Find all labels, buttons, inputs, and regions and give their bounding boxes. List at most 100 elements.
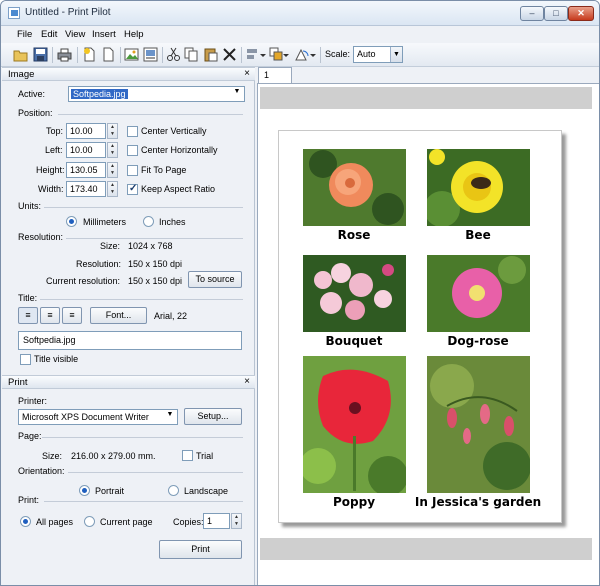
photo-rose[interactable]: [303, 149, 406, 226]
align-center-icon: ≡: [47, 310, 53, 320]
caption-bee: Bee: [465, 228, 491, 242]
active-value: Softpedia.jpg: [71, 89, 128, 99]
page-size-value: 216.00 x 279.00 mm.: [71, 451, 156, 461]
save-icon[interactable]: [33, 47, 48, 62]
height-input[interactable]: 130.05: [66, 162, 106, 178]
current-page-label: Current page: [100, 517, 153, 527]
caption-rose: Rose: [337, 228, 371, 242]
image-panel-header: Image ×: [2, 67, 255, 81]
chevron-down-icon[interactable]: ▼: [231, 88, 243, 95]
copies-input[interactable]: 1: [203, 513, 230, 529]
minimize-button[interactable]: –: [520, 6, 544, 21]
top-input[interactable]: 10.00: [66, 123, 106, 139]
image-frame-icon[interactable]: [143, 47, 158, 62]
left-spinner[interactable]: ▲ ▼: [107, 142, 118, 158]
caption-bouquet: Bouquet: [325, 334, 383, 348]
print-icon[interactable]: [57, 47, 72, 62]
printer-select[interactable]: Microsoft XPS Document Writer ▼: [18, 409, 178, 425]
landscape-radio[interactable]: [168, 485, 179, 496]
width-spinner[interactable]: ▲ ▼: [107, 181, 118, 197]
active-label: Active:: [18, 89, 46, 99]
chevron-down-icon[interactable]: ▼: [164, 411, 176, 418]
center-horizontally-checkbox[interactable]: [127, 145, 138, 156]
align-center-button[interactable]: ≡: [40, 307, 60, 324]
menu-file[interactable]: File: [17, 29, 32, 40]
open-icon[interactable]: [13, 47, 28, 62]
fit-to-page-checkbox[interactable]: [127, 165, 138, 176]
image-panel-title: Image: [8, 69, 35, 80]
current-resolution-label: Current resolution:: [46, 276, 121, 286]
to-source-button[interactable]: To source: [188, 271, 242, 288]
inches-radio[interactable]: [143, 216, 154, 227]
left-input[interactable]: 10.00: [66, 142, 106, 158]
image-icon[interactable]: [124, 47, 139, 62]
orientation-group-label: Orientation:: [18, 466, 65, 476]
height-label: Height:: [36, 165, 65, 175]
align-icon[interactable]: [246, 47, 266, 62]
tab-page-1[interactable]: 1: [258, 67, 292, 84]
title-visible-label: Title visible: [34, 354, 79, 364]
rotate-icon[interactable]: [294, 47, 316, 62]
close-icon[interactable]: ×: [244, 376, 250, 387]
photo-bouquet[interactable]: [303, 255, 406, 332]
keep-aspect-checkbox[interactable]: [127, 183, 138, 195]
photo-poppy[interactable]: [303, 356, 406, 493]
print-button[interactable]: Print: [159, 540, 242, 559]
tab-strip: 1: [256, 67, 599, 84]
landscape-label: Landscape: [184, 486, 229, 496]
cut-icon[interactable]: [166, 47, 181, 62]
menu-help[interactable]: Help: [124, 29, 144, 40]
font-button[interactable]: Font...: [90, 307, 147, 324]
page-separator: [260, 538, 592, 560]
scale-select[interactable]: Auto ▼: [353, 46, 403, 63]
print-panel-title: Print: [8, 377, 28, 388]
width-input[interactable]: 173.40: [66, 181, 106, 197]
units-group-label: Units:: [18, 201, 42, 211]
close-window-button[interactable]: ✕: [568, 6, 594, 21]
align-right-button[interactable]: ≡: [62, 307, 82, 324]
active-select[interactable]: Softpedia.jpg ▼: [68, 86, 245, 102]
caption-dog-rose: Dog-rose: [447, 334, 509, 348]
title-text-field[interactable]: Softpedia.jpg: [18, 331, 242, 350]
height-spinner[interactable]: ▲ ▼: [107, 162, 118, 178]
arrange-icon[interactable]: [269, 47, 289, 62]
delete-icon[interactable]: [222, 47, 237, 62]
maximize-button[interactable]: □: [544, 6, 568, 21]
top-spinner[interactable]: ▲ ▼: [107, 123, 118, 139]
photo-bee[interactable]: [427, 149, 530, 226]
millimeters-radio[interactable]: [66, 216, 77, 227]
align-left-button[interactable]: ≡: [18, 307, 38, 324]
trial-label: Trial: [196, 451, 214, 461]
current-page-radio[interactable]: [84, 516, 95, 527]
keep-aspect-label: Keep Aspect Ratio: [141, 184, 216, 194]
chevron-down-icon[interactable]: ▼: [390, 47, 402, 62]
menu-edit[interactable]: Edit: [41, 29, 57, 40]
caption-poppy: Poppy: [332, 495, 376, 509]
photo-jessicas-garden[interactable]: [427, 356, 530, 493]
trial-checkbox[interactable]: [182, 450, 193, 461]
center-vertically-checkbox[interactable]: [127, 126, 138, 137]
title-bar: Untitled - Print Pilot – □ ✕: [1, 1, 599, 26]
portrait-radio[interactable]: [79, 485, 90, 496]
font-value: Arial, 22: [154, 311, 188, 321]
copy-icon[interactable]: [184, 47, 199, 62]
caption-jessicas-garden: In Jessica's garden: [414, 495, 542, 509]
align-right-icon: ≡: [69, 310, 75, 320]
title-visible-checkbox[interactable]: [20, 354, 31, 365]
copies-spinner[interactable]: ▲ ▼: [231, 513, 242, 529]
menu-view[interactable]: View: [65, 29, 85, 40]
photo-dog-rose[interactable]: [427, 255, 530, 332]
maximize-icon: □: [553, 8, 559, 18]
center-horizontally-label: Center Horizontally: [141, 145, 218, 155]
all-pages-label: All pages: [36, 517, 74, 527]
menu-insert[interactable]: Insert: [92, 29, 116, 40]
page-group-label: Page:: [18, 431, 42, 441]
align-left-icon: ≡: [25, 310, 31, 320]
new-page-icon[interactable]: [82, 47, 97, 62]
close-icon[interactable]: ×: [244, 68, 250, 79]
paste-icon[interactable]: [203, 47, 218, 62]
title-group-label: Title:: [18, 293, 38, 303]
all-pages-radio[interactable]: [20, 516, 31, 527]
setup-button[interactable]: Setup...: [184, 408, 242, 425]
page-icon[interactable]: [101, 47, 116, 62]
